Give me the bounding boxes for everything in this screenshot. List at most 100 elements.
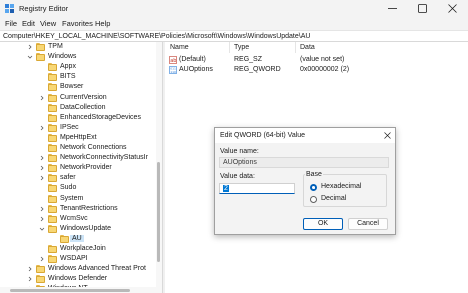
scroll-thumb[interactable] (157, 162, 160, 262)
folder-icon (36, 43, 45, 51)
tree-item[interactable]: MpeHttpExt (0, 133, 156, 143)
maximize-button[interactable] (408, 0, 438, 17)
column-header-data[interactable]: Data (300, 44, 315, 51)
chevron-right-icon[interactable] (27, 276, 33, 282)
value-data-label: Value data: (220, 173, 255, 180)
tree-item[interactable]: Windows (0, 52, 156, 62)
tree-item[interactable]: EnhancedStorageDevices (0, 113, 156, 123)
menu-bar: File Edit View Favorites Help (0, 17, 468, 30)
tree-item[interactable]: Sudo (0, 183, 156, 193)
chevron-right-icon[interactable] (39, 125, 45, 131)
tree-item[interactable]: Windows Defender (0, 274, 156, 284)
value-name-field[interactable]: AUOptions (219, 157, 389, 168)
folder-icon (48, 144, 57, 152)
folder-icon (48, 224, 57, 233)
value-type: REG_SZ (234, 56, 263, 63)
decimal-label[interactable]: Decimal (321, 195, 346, 202)
value-data: (value not set) (300, 56, 345, 63)
scroll-thumb[interactable] (10, 289, 130, 292)
folder-icon (48, 204, 57, 213)
address-bar[interactable]: Computer\HKEY_LOCAL_MACHINE\SOFTWARE\Pol… (0, 30, 468, 42)
tree-item-label: Windows Advanced Threat Prot (48, 265, 146, 273)
radio-hexadecimal[interactable] (310, 184, 317, 191)
tree-item[interactable]: IPSec (0, 123, 156, 133)
folder-icon (48, 103, 57, 112)
tree-item[interactable]: WindowsUpdate (0, 224, 156, 234)
tree-item-label: TenantRestrictions (60, 204, 118, 212)
chevron-right-icon[interactable] (39, 256, 45, 262)
tree-item[interactable]: Windows Advanced Threat Prot (0, 264, 156, 274)
chevron-right-icon[interactable] (39, 206, 45, 212)
tree-item-label: IPSec (60, 123, 79, 131)
folder-icon (48, 154, 57, 163)
close-button[interactable] (438, 0, 468, 17)
tree-item[interactable]: WorkplaceJoin (0, 244, 156, 254)
close-icon (448, 4, 457, 13)
tree-item-label: TPM (48, 43, 63, 50)
menu-help[interactable]: Help (95, 19, 110, 28)
chevron-right-icon[interactable] (39, 155, 45, 161)
menu-view[interactable]: View (40, 19, 56, 28)
close-icon[interactable] (384, 132, 391, 139)
tree-horizontal-scrollbar[interactable] (0, 287, 156, 293)
tree-item-label: CurrentVersion (60, 93, 107, 101)
tree-item[interactable]: Appx (0, 62, 156, 72)
value-name: (Default) (179, 56, 206, 63)
registry-icon (5, 4, 14, 13)
tree-item-label: WSDAPI (60, 255, 88, 263)
tree-item[interactable]: WcmSvc (0, 214, 156, 224)
tree-item[interactable]: DataCollection (0, 103, 156, 113)
chevron-right-icon[interactable] (27, 266, 33, 272)
tree-item[interactable]: BITS (0, 72, 156, 82)
chevron-right-icon[interactable] (39, 95, 45, 101)
minimize-button[interactable] (378, 0, 408, 17)
value-name-label: Value name: (220, 148, 259, 155)
column-divider[interactable] (295, 42, 296, 53)
column-header-type[interactable]: Type (234, 44, 249, 51)
chevron-right-icon[interactable] (39, 216, 45, 222)
folder-icon (48, 63, 57, 72)
tree-item[interactable]: TPM (0, 42, 156, 52)
chevron-down-icon[interactable] (27, 54, 33, 60)
key-tree: TPM Windows Appx BITS Bowser CurrentVersion Da… (0, 42, 162, 293)
address-path[interactable]: Computer\HKEY_LOCAL_MACHINE\SOFTWARE\Pol… (3, 33, 310, 40)
tree-item-label: System (60, 194, 84, 202)
column-divider[interactable] (229, 42, 230, 53)
tree-item-label: MpeHttpExt (60, 133, 97, 141)
chevron-right-icon[interactable] (39, 165, 45, 171)
tree-item[interactable]: Network Connections (0, 143, 156, 153)
tree-item-label: Network Connections (60, 144, 127, 151)
tree-item[interactable]: System (0, 194, 156, 204)
tree-item[interactable]: AU (0, 234, 156, 244)
tree-item[interactable]: NetworkProvider (0, 163, 156, 173)
folder-icon (36, 265, 45, 274)
value-row-default[interactable]: ab (Default) REG_SZ (value not set) (165, 55, 468, 65)
tree-item[interactable]: TenantRestrictions (0, 204, 156, 214)
value-type: REG_QWORD (234, 66, 281, 73)
hexadecimal-label[interactable]: Hexadecimal (321, 183, 361, 190)
value-data-field[interactable]: 2 (219, 183, 295, 194)
ok-button[interactable]: OK (303, 218, 343, 230)
menu-edit[interactable]: Edit (22, 19, 35, 28)
chevron-right-icon[interactable] (39, 175, 45, 181)
value-data: 0x00000002 (2) (300, 66, 350, 73)
column-header-name[interactable]: Name (170, 44, 189, 51)
chevron-down-icon[interactable] (39, 226, 45, 232)
value-row-auoptions[interactable]: 011 110 AUOptions REG_QWORD 0x00000002 (… (165, 65, 468, 75)
cancel-button[interactable]: Cancel (348, 218, 388, 230)
tree-item-label: Bowser (60, 83, 84, 91)
tree-item[interactable]: WSDAPI (0, 254, 156, 264)
menu-file[interactable]: File (5, 19, 17, 28)
folder-icon (48, 174, 57, 183)
tree-item-label: safer (60, 174, 76, 182)
tree-item[interactable]: safer (0, 173, 156, 183)
menu-favorites[interactable]: Favorites (62, 19, 93, 28)
tree-item[interactable]: NetworkConnectivityStatusIr (0, 153, 156, 163)
folder-icon (48, 123, 57, 132)
folder-icon (48, 164, 57, 173)
folder-icon (48, 214, 57, 223)
tree-item[interactable]: Bowser (0, 82, 156, 92)
tree-item[interactable]: CurrentVersion (0, 93, 156, 103)
radio-decimal[interactable] (310, 196, 317, 203)
chevron-right-icon[interactable] (27, 44, 33, 50)
